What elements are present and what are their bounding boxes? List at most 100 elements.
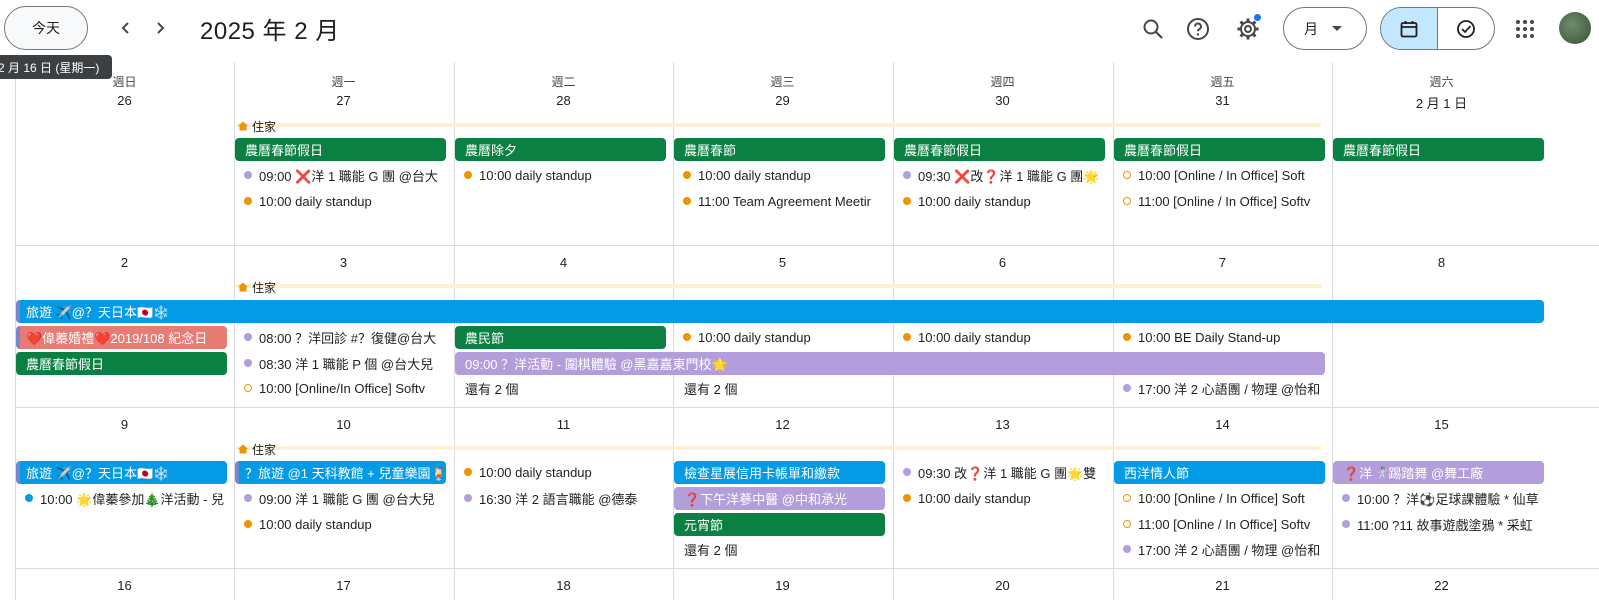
event-chip[interactable]: 09:00 ？洋活動 - 圍棋體驗 @黑嘉嘉東門校🌟 — [455, 352, 1325, 375]
event-chip[interactable]: 農曆春節假日 — [1114, 138, 1325, 161]
working-location-band — [236, 446, 1321, 450]
event-item[interactable]: 11:00 Team Agreement Meetir — [674, 190, 884, 212]
event-item[interactable]: 17:00 洋 2 心語團 / 物理 @怡和 — [1114, 538, 1324, 560]
working-location[interactable]: 住家 — [237, 280, 277, 295]
search-button[interactable] — [1133, 9, 1173, 49]
event-chip[interactable]: 農曆春節 — [674, 138, 885, 161]
day-number[interactable]: 3 — [234, 255, 453, 270]
day-number[interactable]: 6 — [893, 255, 1112, 270]
event-item[interactable]: 17:00 洋 2 心語團 / 物理 @怡和 — [1114, 377, 1324, 399]
day-number[interactable]: 29 — [673, 93, 892, 108]
day-number[interactable]: 12 — [673, 417, 892, 432]
working-location[interactable]: 住家 — [237, 442, 276, 457]
more-events-link[interactable]: 還有 2 個 — [455, 377, 518, 399]
day-number[interactable]: 2 — [15, 255, 234, 270]
event-item[interactable]: 09:00 ❌洋 1 職能 G 團 @台大 — [235, 164, 445, 186]
event-chip[interactable]: 農民節 — [455, 326, 666, 349]
working-location-label: 住家 — [252, 280, 277, 295]
chevron-right-icon — [157, 22, 165, 34]
day-number[interactable]: 28 — [454, 93, 673, 108]
day-number[interactable]: 9 — [15, 417, 234, 432]
day-number[interactable]: 8 — [1332, 255, 1551, 270]
day-number[interactable]: 13 — [893, 417, 1112, 432]
event-chip[interactable]: ❓下午洋蔘中醫 @中和承光 — [674, 487, 885, 510]
event-chip[interactable]: 農曆春節假日 — [235, 138, 446, 161]
day-number[interactable]: 22 — [1332, 578, 1551, 593]
event-item[interactable]: 10:00 [Online / In Office] Soft — [1114, 164, 1324, 186]
view-selector[interactable]: 月 — [1283, 7, 1367, 50]
event-item[interactable]: 10:00 daily standup — [674, 164, 884, 186]
prev-month-button[interactable] — [110, 12, 142, 44]
event-item[interactable]: 10:00 daily standup — [894, 190, 1104, 212]
event-chip[interactable]: 農曆春節假日 — [894, 138, 1105, 161]
event-item[interactable]: 08:00 ？洋回診 #？復健@台大 — [235, 326, 445, 348]
event-item[interactable]: 10:00 ？洋⚽足球課體驗 * 仙草 — [1333, 487, 1543, 509]
event-chip[interactable]: 旅遊 ✈️@？天日本🇯🇵❄️ — [16, 461, 227, 484]
event-item[interactable]: 11:00 [Online / In Office] Softv — [1114, 190, 1324, 212]
event-item[interactable]: 11:00 ?11 故事遊戲塗鴉 * 采虹 — [1333, 513, 1543, 535]
event-chip[interactable]: ❤️偉蓁婚禮❤️2019/108 紀念日 — [16, 326, 227, 349]
day-number[interactable]: 21 — [1113, 578, 1332, 593]
day-number[interactable]: 15 — [1332, 417, 1551, 432]
event-item[interactable]: 16:30 洋 2 語言職能 @德泰 — [455, 487, 665, 509]
event-item[interactable]: 08:30 洋 1 職能 P 個 @台大兒 — [235, 352, 445, 374]
event-chip[interactable]: 農曆除夕 — [455, 138, 666, 161]
event-chip[interactable]: 旅遊 ✈️@？天日本🇯🇵❄️ — [16, 300, 1544, 323]
next-month-button[interactable] — [144, 12, 176, 44]
event-item[interactable]: 10:00 daily standup — [894, 326, 1104, 348]
help-button[interactable] — [1178, 9, 1218, 49]
day-number[interactable]: 5 — [673, 255, 892, 270]
working-location-band — [236, 284, 1321, 288]
day-number[interactable]: 10 — [234, 417, 453, 432]
today-button[interactable]: 今天 — [4, 6, 88, 50]
event-chip[interactable]: ❓洋🤺踢踏舞 @舞工廠 — [1333, 461, 1544, 484]
event-item[interactable]: 11:00 [Online / In Office] Softv — [1114, 513, 1324, 535]
weekday-header: 週二 — [551, 75, 576, 89]
event-item[interactable]: 10:00 daily standup — [235, 190, 445, 212]
weekday-header: 週四 — [990, 75, 1015, 89]
day-number[interactable]: 26 — [15, 93, 234, 108]
event-chip[interactable]: ？旅遊 @1 天科教館 + 兒童樂園🍹 — [235, 461, 446, 484]
event-chip[interactable]: 西洋情人節 — [1114, 461, 1325, 484]
day-number[interactable]: 20 — [893, 578, 1112, 593]
more-events-link[interactable]: 還有 2 個 — [674, 377, 737, 399]
event-item[interactable]: 09:30 改❓洋 1 職能 G 團🌟雙 — [894, 461, 1104, 483]
day-number[interactable]: 27 — [234, 93, 453, 108]
event-item[interactable]: 10:00 daily standup — [235, 513, 445, 535]
event-chip[interactable]: 農曆春節假日 — [16, 352, 227, 375]
day-number[interactable]: 4 — [454, 255, 673, 270]
day-number[interactable]: 31 — [1113, 93, 1332, 108]
day-number[interactable]: 2 月 1 日 — [1332, 93, 1551, 112]
calendar-view-button[interactable] — [1381, 8, 1438, 49]
apps-button[interactable] — [1505, 9, 1545, 49]
avatar[interactable] — [1559, 12, 1591, 44]
settings-button[interactable] — [1228, 9, 1268, 49]
day-number[interactable]: 30 — [893, 93, 1112, 108]
day-number[interactable]: 19 — [673, 578, 892, 593]
working-location[interactable]: 住家 — [237, 119, 276, 134]
tasks-view-button[interactable] — [1438, 8, 1494, 49]
more-events-link[interactable]: 還有 2 個 — [674, 538, 737, 560]
event-chip[interactable]: 元宵節 — [674, 513, 885, 536]
event-item[interactable]: 10:00 daily standup — [674, 326, 884, 348]
day-number[interactable]: 7 — [1113, 255, 1332, 270]
day-number[interactable]: 14 — [1113, 417, 1332, 432]
event-item[interactable]: 09:30 ❌改❓洋 1 職能 G 團🌟 — [894, 164, 1104, 186]
event-chip[interactable]: 檢查星展信用卡帳單和繳款 — [674, 461, 885, 484]
event-item[interactable]: 10:00 [Online / In Office] Soft — [1114, 487, 1324, 509]
event-item[interactable]: 09:00 洋 1 職能 G 團 @台大兒 — [235, 487, 445, 509]
day-number[interactable]: 18 — [454, 578, 673, 593]
day-number[interactable]: 11 — [454, 417, 673, 432]
event-item[interactable]: 10:00 🌟偉蓁參加🎄洋活動 - 兒 — [16, 487, 233, 509]
date-tooltip: 2 月 16 日 (星期一) — [0, 55, 112, 79]
day-number[interactable]: 17 — [234, 578, 453, 593]
home-icon — [238, 444, 248, 454]
event-item[interactable]: 10:00 BE Daily Stand-up — [1114, 326, 1324, 348]
event-item[interactable]: 10:00 daily standup — [455, 461, 665, 483]
event-chip[interactable]: 農曆春節假日 — [1333, 138, 1544, 161]
event-item[interactable]: 10:00 daily standup — [455, 164, 665, 186]
day-number[interactable]: 16 — [15, 578, 234, 593]
event-item[interactable]: 10:00 daily standup — [894, 487, 1104, 509]
event-item[interactable]: 10:00 [Online/In Office] Softv — [235, 377, 445, 399]
weekday-header: 週六 — [1429, 75, 1454, 89]
